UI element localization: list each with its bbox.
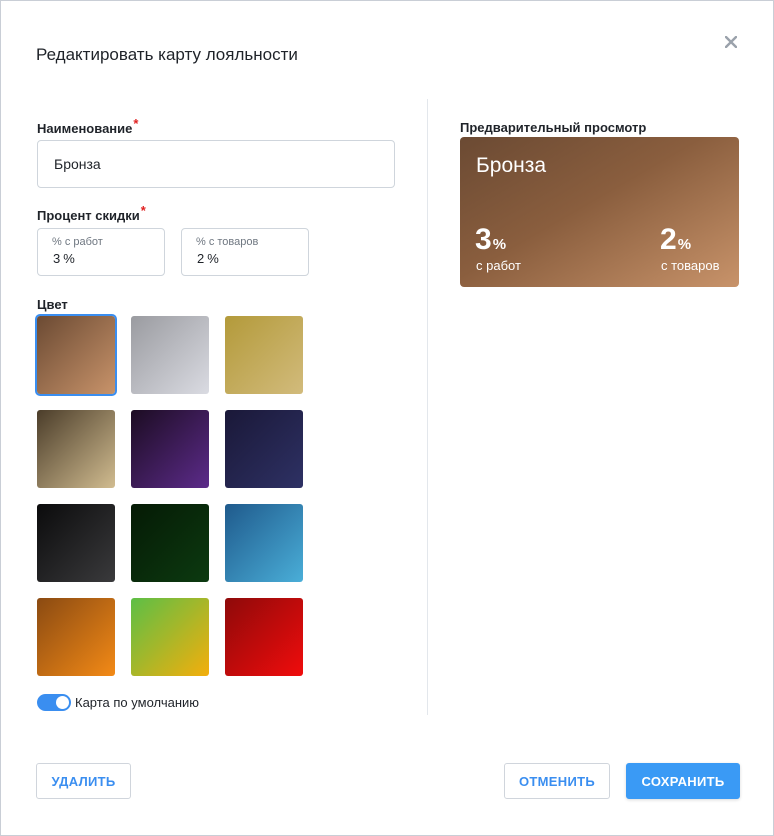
- card-goods-caption: с товаров: [661, 258, 720, 273]
- discount-label: Процент скидки*: [37, 203, 146, 223]
- card-works-percent: 3%: [475, 225, 506, 255]
- card-goods-value: 2: [660, 223, 677, 256]
- color-label: Цвет: [37, 297, 68, 312]
- works-percent-field[interactable]: % с работ 3%: [37, 228, 165, 276]
- color-swatch-gold[interactable]: [225, 316, 303, 394]
- color-swatch-red[interactable]: [225, 598, 303, 676]
- color-swatch-silver[interactable]: [131, 316, 209, 394]
- card-works-value: 3: [475, 223, 492, 256]
- card-percent-sign: %: [677, 236, 692, 253]
- works-percent-label: % с работ: [52, 236, 103, 248]
- color-swatch-orange[interactable]: [37, 598, 115, 676]
- default-card-toggle-label: Карта по умолчанию: [75, 695, 200, 710]
- name-label-text: Наименование: [37, 121, 133, 136]
- required-mark: *: [133, 116, 139, 131]
- card-works-caption: с работ: [476, 258, 521, 273]
- cancel-button[interactable]: ОТМЕНИТЬ: [504, 763, 610, 799]
- toggle-knob: [56, 696, 69, 709]
- works-percent-value-wrap: 3%: [53, 251, 75, 266]
- save-button[interactable]: СОХРАНИТЬ: [626, 763, 740, 799]
- goods-percent-value: 2: [197, 251, 205, 266]
- goods-percent-label: % с товаров: [196, 236, 259, 248]
- color-swatch-purple[interactable]: [131, 410, 209, 488]
- edit-loyalty-card-dialog: Редактировать карту лояльности Наименова…: [0, 0, 774, 836]
- required-mark: *: [140, 203, 146, 218]
- color-swatch-bronze[interactable]: [35, 314, 117, 396]
- dialog-title: Редактировать карту лояльности: [36, 45, 298, 64]
- goods-percent-value-wrap: 2%: [197, 251, 219, 266]
- works-percent-value: 3: [53, 251, 61, 266]
- percent-unit: %: [63, 251, 75, 266]
- percent-unit: %: [207, 251, 219, 266]
- color-swatch-sand[interactable]: [37, 410, 115, 488]
- preview-label: Предварительный просмотр: [460, 120, 647, 135]
- loyalty-card-preview: Бронза 3% с работ 2% с товаров: [460, 137, 739, 287]
- color-swatch-navy[interactable]: [225, 410, 303, 488]
- card-percent-sign: %: [492, 236, 507, 253]
- close-icon: [725, 36, 737, 48]
- name-label: Наименование*: [37, 116, 138, 136]
- card-title: Бронза: [476, 154, 547, 177]
- default-card-toggle[interactable]: [37, 694, 71, 711]
- color-swatch-dark-green[interactable]: [131, 504, 209, 582]
- card-goods-percent: 2%: [660, 225, 691, 255]
- color-swatch-ocean[interactable]: [225, 504, 303, 582]
- name-input[interactable]: [37, 140, 395, 188]
- color-swatch-lime[interactable]: [131, 598, 209, 676]
- close-button[interactable]: [720, 31, 742, 53]
- color-swatch-black[interactable]: [37, 504, 115, 582]
- column-divider: [427, 99, 428, 715]
- discount-label-text: Процент скидки: [37, 208, 140, 223]
- goods-percent-field[interactable]: % с товаров 2%: [181, 228, 309, 276]
- delete-button[interactable]: УДАЛИТЬ: [36, 763, 131, 799]
